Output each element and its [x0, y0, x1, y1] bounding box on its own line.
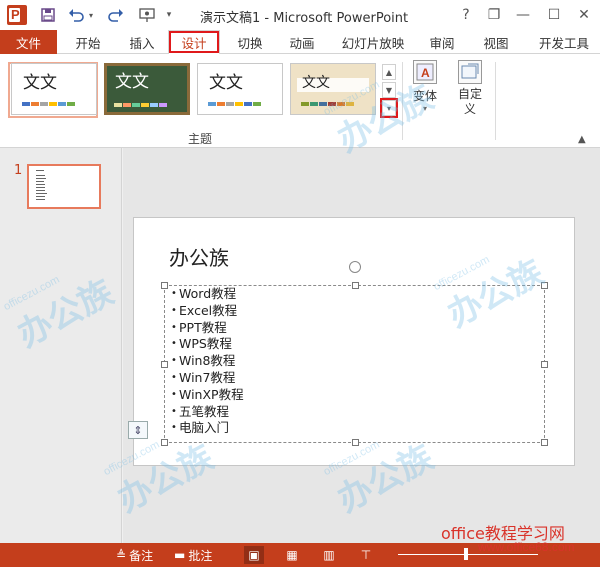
themes-scroll-down-button[interactable]: ▼: [382, 82, 396, 98]
theme-organic[interactable]: 文文: [290, 63, 376, 115]
ribbon-divider: [402, 62, 403, 140]
present-icon[interactable]: [136, 5, 158, 25]
slide-sorter-icon[interactable]: ▦: [282, 546, 302, 564]
tab-developer[interactable]: 开发工具: [528, 30, 600, 54]
list-item[interactable]: WPS教程: [171, 336, 244, 353]
list-item[interactable]: WinXP教程: [171, 387, 244, 404]
tab-slideshow[interactable]: 幻灯片放映: [334, 30, 412, 54]
slide-thumbnail[interactable]: [27, 164, 101, 209]
zoom-slider-thumb[interactable]: [464, 548, 468, 560]
tab-view[interactable]: 视图: [474, 30, 518, 54]
list-item[interactable]: 电脑入门: [171, 420, 244, 437]
slide-number: 1: [14, 163, 23, 178]
comments-label: 批注: [188, 548, 213, 563]
customize-label: 自定义: [457, 87, 482, 116]
customize-button[interactable]: 自定义: [450, 60, 490, 117]
content-placeholder[interactable]: Word教程 Excel教程 PPT教程 WPS教程 Win8教程 Win7教程…: [161, 282, 548, 446]
list-item[interactable]: Word教程: [171, 286, 244, 303]
theme-facet[interactable]: 文文: [197, 63, 283, 115]
theme-office[interactable]: 文文: [11, 63, 97, 115]
resize-handle[interactable]: [161, 361, 168, 368]
rotate-handle-icon[interactable]: [349, 261, 361, 273]
list-item[interactable]: 五笔教程: [171, 404, 244, 421]
customize-toolbar-icon[interactable]: ▾: [162, 5, 176, 25]
resize-handle[interactable]: [541, 282, 548, 289]
tab-transitions[interactable]: 切换: [228, 30, 272, 54]
theme-color-bars: [22, 102, 75, 106]
svg-text:A: A: [421, 66, 430, 80]
slide-title[interactable]: 办公族: [169, 242, 229, 271]
undo-icon[interactable]: [66, 5, 86, 25]
tab-review[interactable]: 审阅: [420, 30, 464, 54]
themes-group-label: 主题: [188, 132, 213, 146]
slideshow-view-icon[interactable]: ⊤: [356, 546, 376, 564]
footer-watermark-url: www.office68.com: [478, 540, 575, 554]
tab-insert[interactable]: 插入: [120, 30, 164, 54]
resize-handle[interactable]: [541, 361, 548, 368]
maximize-icon[interactable]: ☐: [543, 4, 565, 26]
ribbon-divider: [495, 62, 496, 140]
variants-button[interactable]: A 变体 ▾: [405, 60, 445, 113]
theme-sample-text: 文文: [115, 72, 149, 92]
ribbon-panel: 文文 文文 文文 文文 ▲ ▼ ▾ 主题 A 变体 ▾ 自定义 ▲: [0, 54, 600, 148]
resize-handle[interactable]: [161, 439, 168, 446]
list-item[interactable]: Win7教程: [171, 370, 244, 387]
list-item[interactable]: Win8教程: [171, 353, 244, 370]
comments-icon: ▬: [174, 548, 186, 562]
resize-handle[interactable]: [352, 282, 359, 289]
variants-icon: A: [413, 60, 437, 84]
notes-icon: ≜: [116, 548, 127, 562]
theme-sample-text: 文文: [23, 73, 57, 93]
save-icon[interactable]: [38, 5, 58, 25]
window-title: 演示文稿1 - Microsoft PowerPoint: [200, 11, 409, 26]
bullet-list[interactable]: Word教程 Excel教程 PPT教程 WPS教程 Win8教程 Win7教程…: [171, 286, 244, 437]
theme-sample-text: 文文: [302, 75, 330, 91]
resize-handle[interactable]: [541, 439, 548, 446]
collapse-ribbon-icon[interactable]: ▲: [578, 134, 586, 145]
tab-file[interactable]: 文件: [0, 30, 57, 54]
ribbon-tabs: 文件 开始 插入 设计 切换 动画 幻灯片放映 审阅 视图 开发工具: [0, 30, 600, 54]
zoom-slider[interactable]: [398, 554, 538, 555]
theme-chalkboard[interactable]: 文文: [104, 63, 190, 115]
slide-editor: 办公族 Word教程 Excel教程 PPT教程 WPS教程 Win8教程 Wi…: [123, 148, 600, 543]
theme-color-bars: [301, 102, 354, 106]
minimize-icon[interactable]: —: [512, 4, 534, 26]
list-item[interactable]: Excel教程: [171, 303, 244, 320]
resize-handle[interactable]: [161, 282, 168, 289]
normal-view-icon[interactable]: ▣: [244, 546, 264, 564]
redo-icon[interactable]: [106, 5, 126, 25]
variants-label: 变体: [412, 89, 437, 103]
theme-color-bars: [208, 102, 261, 106]
notes-label: 备注: [129, 548, 154, 563]
help-icon[interactable]: ?: [455, 4, 477, 26]
reading-view-icon[interactable]: ▥: [319, 546, 339, 564]
theme-color-bars: [114, 103, 167, 107]
slide-size-icon: [458, 60, 482, 84]
slides-pane: 1: [0, 148, 122, 543]
themes-scroll-up-button[interactable]: ▲: [382, 64, 396, 80]
tab-home[interactable]: 开始: [66, 30, 110, 54]
tab-animations[interactable]: 动画: [280, 30, 324, 54]
theme-sample-text: 文文: [209, 73, 243, 93]
tab-design[interactable]: 设计: [168, 30, 220, 54]
variants-dropdown-icon: ▾: [422, 104, 427, 113]
powerpoint-logo-icon[interactable]: [7, 5, 27, 25]
list-item[interactable]: PPT教程: [171, 320, 244, 337]
undo-dropdown-icon[interactable]: ▾: [86, 5, 96, 25]
close-icon[interactable]: ✕: [573, 4, 595, 26]
themes-more-button[interactable]: ▾: [380, 98, 398, 118]
ribbon-display-icon[interactable]: ❐: [483, 4, 505, 26]
slide[interactable]: 办公族 Word教程 Excel教程 PPT教程 WPS教程 Win8教程 Wi…: [133, 217, 575, 466]
autofit-options-icon[interactable]: ⇕: [128, 421, 148, 439]
title-bar: ▾ ▾ 演示文稿1 - Microsoft PowerPoint ? ❐ — ☐…: [0, 0, 600, 30]
notes-button[interactable]: ≜ 备注: [116, 547, 153, 563]
comments-button[interactable]: ▬ 批注: [174, 547, 212, 563]
resize-handle[interactable]: [352, 439, 359, 446]
